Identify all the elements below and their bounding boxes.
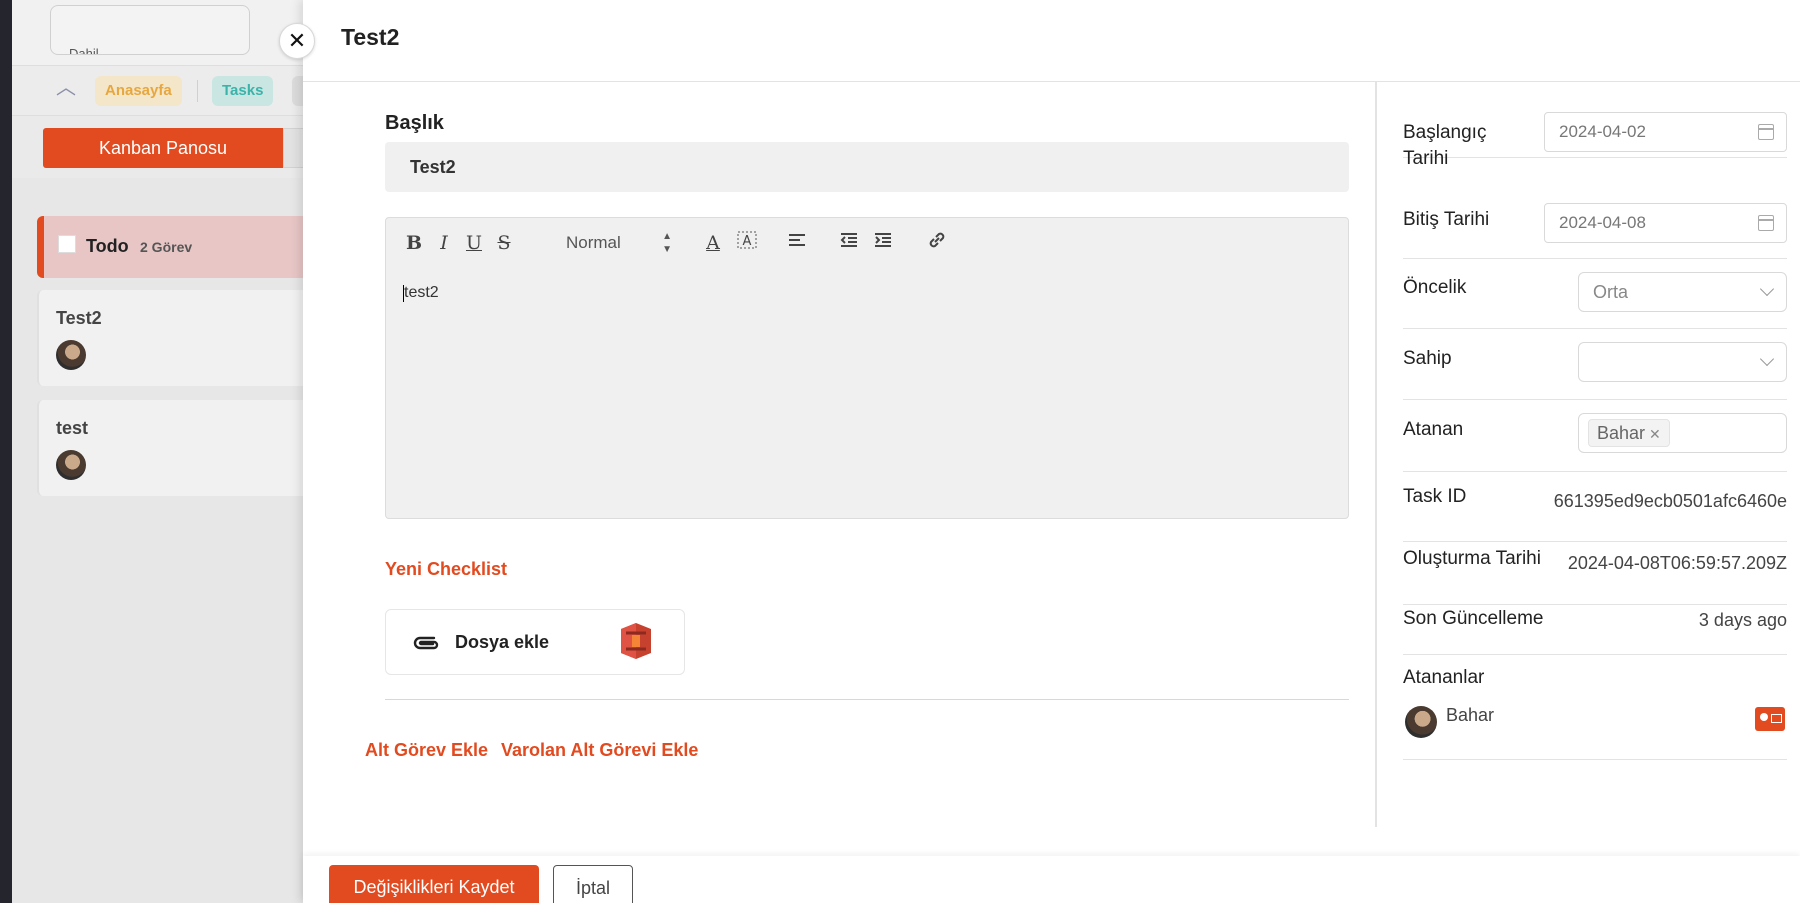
app-left-rail bbox=[0, 0, 12, 903]
kanban-card[interactable]: test bbox=[37, 400, 320, 496]
underline-icon[interactable]: U bbox=[464, 230, 484, 256]
search-box-text: Dahil bbox=[69, 46, 99, 55]
outdent-icon[interactable] bbox=[838, 230, 860, 256]
tab-separator bbox=[197, 80, 198, 102]
assignee-name: Bahar bbox=[1446, 705, 1495, 725]
assignees-label: Atananlar bbox=[1403, 667, 1485, 688]
avatar bbox=[1405, 706, 1437, 738]
drawer-header: Test2 bbox=[303, 0, 1800, 82]
select-arrows-icon: ▲ ▼ bbox=[662, 231, 672, 255]
new-checklist-link[interactable]: Yeni Checklist bbox=[385, 559, 507, 580]
text-color-icon[interactable]: A bbox=[702, 230, 724, 256]
search-box[interactable]: Dahil bbox=[50, 5, 250, 55]
chevron-up-icon[interactable]: ︿ bbox=[54, 74, 78, 102]
add-file-button[interactable]: Dosya ekle bbox=[385, 609, 685, 675]
bold-icon[interactable]: B bbox=[404, 230, 424, 256]
paperclip-icon bbox=[413, 636, 439, 650]
italic-icon[interactable]: I bbox=[434, 230, 454, 256]
link-icon[interactable] bbox=[926, 230, 948, 256]
kanban-card[interactable]: Test2 bbox=[37, 290, 320, 386]
updated-row: Son Güncelleme 3 days ago bbox=[1403, 82, 1787, 655]
column-title: Todo bbox=[86, 236, 129, 256]
avatar bbox=[56, 340, 86, 370]
view-switcher: Kanban Panosu bbox=[12, 116, 332, 178]
add-subtask-link[interactable]: Alt Görev Ekle bbox=[365, 740, 488, 761]
indent-icon[interactable] bbox=[872, 230, 894, 256]
align-icon[interactable] bbox=[786, 230, 808, 256]
close-drawer-button[interactable]: ✕ bbox=[279, 23, 315, 59]
add-file-label: Dosya ekle bbox=[455, 632, 550, 652]
task-side-panel: Başlangıç Tarihi 2024-04-02 Bitiş Tarihi… bbox=[1375, 82, 1800, 827]
contact-card-icon[interactable] bbox=[1755, 707, 1785, 731]
background-tabs: ︿ Anasayfa Tasks bbox=[12, 66, 332, 116]
rich-text-editor[interactable]: B I U S Normal ▲ ▼ A A test2 bbox=[385, 217, 1349, 519]
tab-anasayfa[interactable]: Anasayfa bbox=[95, 76, 182, 106]
drawer-footer: Değişiklikleri Kaydet İptal bbox=[303, 856, 1800, 903]
editor-content[interactable]: test2 bbox=[403, 284, 439, 302]
divider bbox=[385, 699, 1349, 700]
heading-select-value: Normal bbox=[566, 233, 621, 252]
task-main-content: Başlık B I U S Normal ▲▼ A A bbox=[303, 82, 1375, 827]
column-checkbox[interactable] bbox=[58, 235, 76, 253]
updated-value: 3 days ago bbox=[1698, 610, 1787, 630]
tab-tasks[interactable]: Tasks bbox=[212, 76, 274, 106]
column-count: 2 Görev bbox=[140, 239, 193, 255]
title-input[interactable] bbox=[385, 142, 1349, 192]
strikethrough-icon[interactable]: S bbox=[494, 230, 514, 256]
cancel-button[interactable]: İptal bbox=[553, 865, 633, 903]
avatar bbox=[56, 450, 86, 480]
kanban-column-header: Todo 2 Görev bbox=[37, 216, 320, 278]
heading-select[interactable]: Normal ▲ ▼ bbox=[566, 230, 676, 256]
task-detail-drawer: Test2 Başlık B I U S Normal ▲▼ A A bbox=[303, 0, 1800, 903]
card-title: test bbox=[56, 418, 89, 438]
save-changes-button[interactable]: Değişiklikleri Kaydet bbox=[329, 865, 539, 903]
drawer-title: Test2 bbox=[341, 24, 400, 50]
add-existing-subtask-link[interactable]: Varolan Alt Görevi Ekle bbox=[501, 740, 698, 761]
close-icon: ✕ bbox=[287, 28, 307, 53]
title-field-label: Başlık bbox=[385, 112, 444, 134]
kanban-view-button[interactable]: Kanban Panosu bbox=[43, 128, 283, 168]
aws-s3-icon bbox=[621, 623, 651, 659]
updated-label: Son Güncelleme bbox=[1403, 608, 1544, 629]
background-color-icon[interactable]: A bbox=[736, 230, 758, 256]
svg-text:A: A bbox=[743, 234, 752, 249]
assignees-row: Atananlar Bahar bbox=[1403, 655, 1787, 760]
editor-toolbar: B I U S Normal ▲ ▼ A A bbox=[386, 218, 1348, 268]
card-title: Test2 bbox=[56, 308, 102, 328]
